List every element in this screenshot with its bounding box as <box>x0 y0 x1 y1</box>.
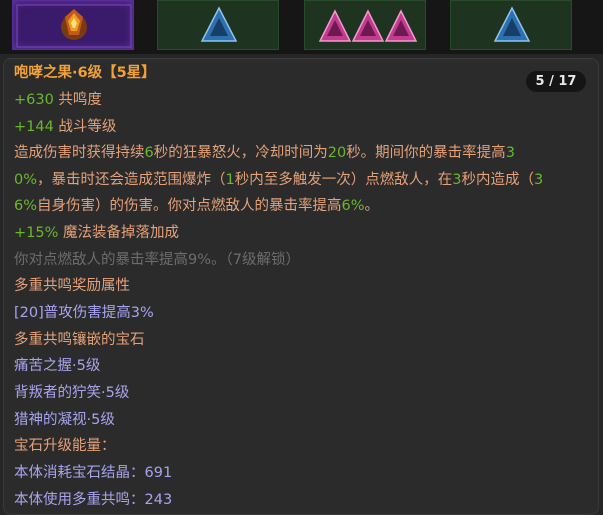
blue-triangle-icon <box>493 6 531 42</box>
gem-slot-4[interactable] <box>450 0 572 50</box>
description-line-3: 6%自身伤害）的伤害。你对点燃敌人的暴击率提高6%。 <box>14 193 379 219</box>
desc-number: 3 <box>533 172 544 188</box>
pink-triangle-icon <box>318 9 418 42</box>
stat-combat-level-label: 战斗等级 <box>53 119 117 135</box>
page-indicator[interactable]: 5 / 17 <box>526 71 586 92</box>
desc-number: 1 <box>225 172 235 188</box>
gem-title: 咆哮之果·6级【5星】 <box>14 65 156 81</box>
blue-triangle-icon <box>200 6 238 42</box>
resonance-used-value: 243 <box>144 492 173 508</box>
socketed-gems-header: 多重共鸣镶嵌的宝石 <box>14 332 145 348</box>
consumed-crystals-value: 691 <box>144 465 173 481</box>
resonance-used: 本体使用多重共鸣：243 <box>14 487 172 513</box>
desc-text: 。 <box>364 198 380 214</box>
desc-text: ，暴击时还会造成范围爆炸（ <box>37 172 226 188</box>
gem-slot-3[interactable] <box>304 0 426 50</box>
stat-resonance-label: 共鸣度 <box>53 92 102 108</box>
multi-resonance-header: 多重共鸣奖励属性 <box>14 278 130 294</box>
desc-number: 6% <box>14 198 38 214</box>
desc-number: 6 <box>144 145 154 161</box>
socketed-gem: 猎神的凝视·5级 <box>14 412 115 428</box>
magic-drop-bonus-label: 魔法装备掉落加成 <box>58 225 179 241</box>
gem-slots-bar <box>0 0 603 54</box>
multi-resonance-bonus: [20]普攻伤害提高3% <box>14 305 154 321</box>
desc-number: 0% <box>14 172 38 188</box>
stat-resonance-value: +630 <box>14 92 54 108</box>
desc-text: 秒内造成（ <box>461 172 534 188</box>
description-line-1: 造成伤害时获得持续6秒的狂暴怒火，冷却时间为20秒。期间你的暴击率提高3 <box>14 140 515 166</box>
desc-text: 自身伤害）的伤害。你对点燃敌人的暴击率提高 <box>37 198 342 214</box>
description-line-2: 0%，暴击时还会造成范围爆炸（1秒内至多触发一次）点燃敌人，在3秒内造成（3 <box>14 167 543 193</box>
legendary-gem-slot[interactable] <box>12 0 134 50</box>
locked-effect: 你对点燃敌人的暴击率提高9%。（7级解锁） <box>14 252 300 268</box>
desc-text: 秒的狂暴怒火，冷却时间为 <box>153 145 328 161</box>
consumed-crystals-label: 本体消耗宝石结晶： <box>14 465 145 481</box>
gem-slot-2[interactable] <box>157 0 279 50</box>
stat-combat-level-value: +144 <box>14 119 54 135</box>
gem-tooltip: 5 / 17 咆哮之果·6级【5星】 +630 共鸣度 +144 战斗等级 造成… <box>3 58 599 515</box>
consumed-crystals: 本体消耗宝石结晶：691 <box>14 460 172 486</box>
desc-number: 20 <box>327 145 347 161</box>
socketed-gem: 痛苦之握·5级 <box>14 358 101 374</box>
magic-drop-bonus: +15% 魔法装备掉落加成 <box>14 220 179 246</box>
resonance-used-label: 本体使用多重共鸣： <box>14 492 145 508</box>
upgrade-energy-header: 宝石升级能量： <box>14 438 116 454</box>
stat-combat-level: +144 战斗等级 <box>14 114 116 140</box>
magic-drop-bonus-value: +15% <box>14 225 59 241</box>
legendary-gem-icon <box>16 4 132 48</box>
desc-number: 3 <box>505 145 515 161</box>
desc-number: 6% <box>341 198 365 214</box>
desc-text: 秒。期间你的暴击率提高 <box>346 145 506 161</box>
desc-text: 造成伤害时获得持续 <box>14 145 145 161</box>
stat-resonance: +630 共鸣度 <box>14 87 102 113</box>
desc-text: 秒内至多触发一次）点燃敌人，在 <box>234 172 453 188</box>
socketed-gem: 背叛者的狞笑·5级 <box>14 385 130 401</box>
